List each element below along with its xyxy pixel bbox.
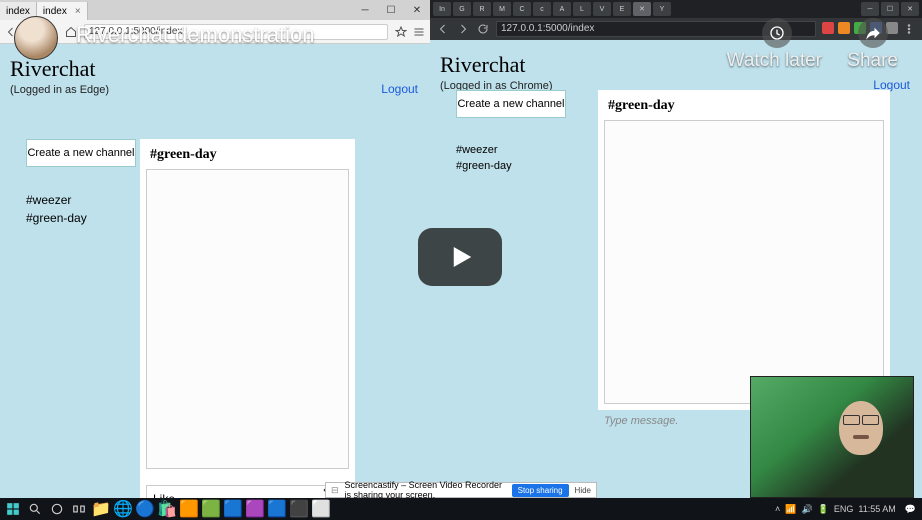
channel-list: #weezer #green-day [26, 191, 136, 227]
search-icon[interactable] [28, 502, 42, 516]
chrome-tab[interactable]: R [473, 2, 491, 16]
minimize-icon[interactable]: ─ [861, 2, 879, 16]
back-icon[interactable] [4, 25, 18, 39]
close-tab-icon[interactable]: × [75, 6, 81, 17]
channel-list: #weezer #green-day [456, 142, 566, 174]
address-bar[interactable]: 127.0.0.1:5000/index [496, 21, 816, 37]
home-icon[interactable] [64, 25, 78, 39]
page-content-left: Riverchat (Logged in as Edge) Logout Cre… [0, 44, 430, 498]
explorer-icon[interactable]: 📁 [94, 502, 108, 516]
chrome-tab[interactable]: G [453, 2, 471, 16]
chrome-tab[interactable]: C [513, 2, 531, 16]
channel-link-green-day[interactable]: #green-day [456, 158, 566, 174]
app-icon[interactable]: 🟦 [226, 502, 240, 516]
logout-link[interactable]: Logout [381, 82, 418, 96]
tray-chevron-icon[interactable]: ˄ [775, 504, 780, 514]
address-bar[interactable]: 127.0.0.1:5000/index [84, 24, 388, 40]
forward-icon[interactable] [456, 22, 470, 36]
toolbar: 127.0.0.1:5000/index [0, 20, 430, 44]
back-icon[interactable] [436, 22, 450, 36]
extension-icon[interactable] [886, 22, 898, 34]
close-window-icon[interactable]: ✕ [901, 2, 919, 16]
chat-title: #green-day [146, 145, 349, 169]
message-input-placeholder[interactable]: Type message. [604, 415, 678, 427]
brand-title: Riverchat [0, 44, 430, 84]
refresh-icon[interactable] [476, 22, 490, 36]
app-icon[interactable]: 🟪 [248, 502, 262, 516]
tab-index-0[interactable]: index [0, 2, 37, 20]
new-channel-input[interactable]: Create a new channel [456, 90, 566, 118]
chrome-tab[interactable]: L [573, 2, 591, 16]
chrome-tab[interactable]: A [553, 2, 571, 16]
banner-text: Screencastify – Screen Video Recorder is… [345, 480, 506, 500]
edge-icon[interactable]: 🌐 [116, 502, 130, 516]
chrome-icon[interactable]: 🔵 [138, 502, 152, 516]
minimize-icon[interactable]: ─ [352, 0, 378, 20]
tray-icon[interactable]: 📶 [785, 504, 796, 515]
chat-messages-area[interactable] [146, 169, 349, 469]
extension-icon[interactable] [838, 22, 850, 34]
menu-icon[interactable] [412, 25, 426, 39]
start-icon[interactable] [6, 502, 20, 516]
cortana-icon[interactable] [50, 502, 64, 516]
stop-sharing-button[interactable]: Stop sharing [512, 484, 569, 497]
app-icon[interactable]: 🟩 [204, 502, 218, 516]
chrome-toolbar: 127.0.0.1:5000/index [430, 18, 922, 40]
store-icon[interactable]: 🛍️ [160, 502, 174, 516]
chat-title: #green-day [604, 96, 884, 120]
chat-panel: #green-day [598, 90, 890, 410]
tab-label: index [43, 6, 67, 17]
chrome-tab-active[interactable]: ✕ [633, 2, 651, 16]
hide-banner-button[interactable]: Hide [575, 486, 591, 495]
channel-link-weezer[interactable]: #weezer [26, 191, 136, 209]
new-channel-input[interactable]: Create a new channel [26, 139, 136, 167]
toolbar-extensions [394, 25, 426, 39]
close-window-icon[interactable]: ✕ [404, 0, 430, 20]
chat-panel: #green-day Like ✕ [140, 139, 355, 519]
chrome-tab[interactable]: E [613, 2, 631, 16]
forward-icon[interactable] [24, 25, 38, 39]
chrome-tab[interactable]: In [433, 2, 451, 16]
screencastify-banner: ⊟ Screencastify – Screen Video Recorder … [325, 482, 597, 498]
chrome-tab[interactable]: M [493, 2, 511, 16]
notifications-icon[interactable]: 💬 [905, 504, 916, 515]
webcam-overlay [750, 376, 914, 498]
chrome-tabstrip: In G R M C c A L V E ✕ Y ─ ☐ ✕ [430, 0, 922, 18]
windows-taskbar: 📁 🌐 🔵 🛍️ 🟧 🟩 🟦 🟪 🟦 ⬛ ⬜ ˄ 📶 🔊 🔋 ENG 11:55… [0, 498, 922, 520]
channel-link-weezer[interactable]: #weezer [456, 142, 566, 158]
tray-icon[interactable]: 🔋 [818, 504, 829, 515]
task-view-icon[interactable] [72, 502, 86, 516]
vscode-icon[interactable]: 🟦 [270, 502, 284, 516]
chrome-tab[interactable]: c [533, 2, 551, 16]
app-icon[interactable]: ⬜ [314, 502, 328, 516]
extension-icon[interactable] [854, 22, 866, 34]
brand-title: Riverchat [430, 40, 922, 80]
system-tray[interactable]: ˄ 📶 🔊 🔋 ENG 11:55 AM 💬 [775, 504, 916, 515]
logged-in-text: (Logged in as Edge) [0, 84, 430, 104]
webcam-face [839, 401, 883, 455]
star-icon[interactable] [394, 25, 408, 39]
taskbar-clock[interactable]: 11:55 AM [858, 504, 895, 514]
channel-link-green-day[interactable]: #green-day [26, 209, 136, 227]
chat-messages-area[interactable] [604, 120, 884, 404]
tray-icon[interactable]: 🔊 [801, 504, 812, 515]
tab-index-1[interactable]: index × [37, 2, 88, 20]
tray-language[interactable]: ENG [834, 504, 854, 514]
refresh-icon[interactable] [44, 25, 58, 39]
extension-icon[interactable] [822, 22, 834, 34]
maximize-icon[interactable]: ☐ [881, 2, 899, 16]
tab-bar: index index × ─ ☐ ✕ [0, 0, 430, 20]
app-icon[interactable]: 🟧 [182, 502, 196, 516]
extension-icon[interactable] [870, 22, 882, 34]
chrome-tab[interactable]: V [593, 2, 611, 16]
terminal-icon[interactable]: ⬛ [292, 502, 306, 516]
chrome-tab[interactable]: Y [653, 2, 671, 16]
tab-label: index [6, 6, 30, 17]
menu-icon[interactable] [902, 22, 916, 36]
maximize-icon[interactable]: ☐ [378, 0, 404, 20]
edge-window: index index × ─ ☐ ✕ 127.0.0.1:5000/index [0, 0, 430, 498]
chrome-extension-icons [822, 22, 916, 36]
